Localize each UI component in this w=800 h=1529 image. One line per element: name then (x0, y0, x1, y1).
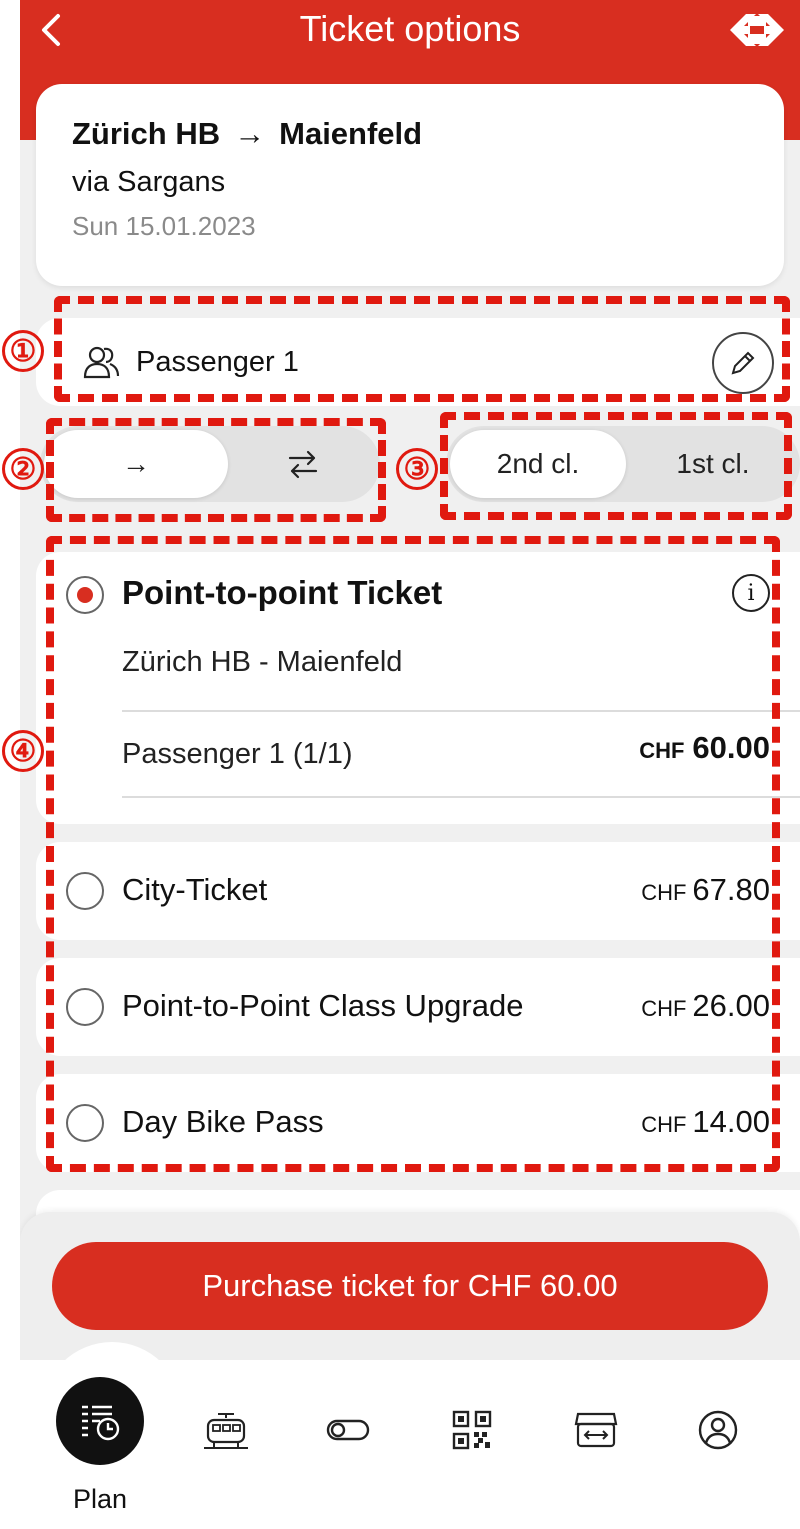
annotation-box-4 (46, 536, 780, 1172)
tab-shop[interactable] (566, 1400, 626, 1460)
profile-icon (698, 1410, 738, 1450)
purchase-button[interactable]: Purchase ticket for CHF 60.00 (52, 1242, 768, 1330)
shop-icon (574, 1412, 618, 1448)
tab-plan-label: Plan (72, 1484, 128, 1514)
purchase-sheet: Purchase ticket for CHF 60.00 (20, 1212, 800, 1362)
tab-plan[interactable] (56, 1377, 144, 1465)
annotation-number-4: ④ (2, 730, 44, 772)
annotation-number-2: ② (2, 448, 44, 490)
qr-code-icon (452, 1410, 492, 1450)
destination-station: Maienfeld (279, 116, 423, 151)
toggle-icon (326, 1419, 370, 1441)
annotation-box-3 (440, 412, 792, 520)
route-arrow: → (234, 116, 266, 151)
origin-station: Zürich HB (72, 116, 221, 151)
timetable-clock-icon (82, 1405, 120, 1441)
tab-profile[interactable] (688, 1400, 748, 1460)
annotation-box-1 (54, 296, 790, 402)
tab-bar: Plan (20, 1342, 800, 1529)
tab-trains[interactable] (196, 1400, 256, 1460)
route-via: via Sargans (72, 166, 226, 198)
route-summary-card: Zürich HB → Maienfeld via Sargans Sun 15… (36, 84, 784, 286)
sbb-logo-icon (728, 10, 786, 50)
annotation-number-1: ① (2, 330, 44, 372)
annotation-number-3: ③ (396, 448, 438, 490)
travel-date: Sun 15.01.2023 (72, 211, 256, 241)
tab-tickets[interactable] (442, 1400, 502, 1460)
train-icon (204, 1413, 248, 1449)
page-title: Ticket options (299, 8, 521, 49)
tab-toggle[interactable] (318, 1400, 378, 1460)
annotation-box-2 (46, 418, 386, 522)
route-line: Zürich HB → Maienfeld (72, 116, 748, 152)
